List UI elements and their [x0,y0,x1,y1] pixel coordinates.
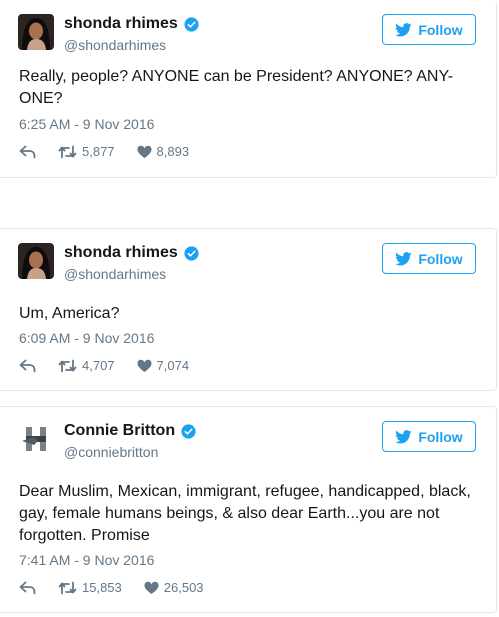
tweet-actions: 4,707 7,074 [19,358,211,373]
like-button[interactable]: 26,503 [144,580,204,595]
tweet-card: Connie Britton @conniebritton Follow Dea… [0,406,497,613]
avatar[interactable] [18,14,54,50]
twitter-bird-icon [395,429,412,443]
twitter-bird-icon [395,251,412,265]
retweet-count: 4,707 [82,358,115,373]
heart-icon [137,145,152,158]
verified-badge-icon [183,245,200,262]
follow-button[interactable]: Follow [382,243,476,274]
avatar[interactable] [18,243,54,279]
timestamp[interactable]: 6:09 AM - 9 Nov 2016 [19,330,154,346]
twitter-bird-icon [395,22,412,36]
display-name[interactable]: shonda rhimes [64,15,178,33]
reply-icon [19,359,36,372]
retweet-icon [58,359,77,372]
retweet-button[interactable]: 4,707 [58,358,115,373]
reply-button[interactable] [19,145,36,159]
timestamp[interactable]: 6:25 AM - 9 Nov 2016 [19,116,154,132]
retweet-count: 15,853 [82,580,122,595]
follow-label: Follow [418,428,463,445]
like-count: 7,074 [156,358,190,373]
retweet-button[interactable]: 5,877 [58,144,115,159]
reply-icon [19,145,36,158]
retweet-count: 5,877 [82,144,115,159]
follow-label: Follow [418,21,463,38]
tweet-actions: 15,853 26,503 [19,580,226,595]
tweet-card: shonda rhimes @shondarhimes Follow Um, A… [0,228,497,391]
reply-icon [19,581,36,594]
heart-icon [137,359,152,372]
display-name[interactable]: shonda rhimes [64,244,178,262]
tweet-card: shonda rhimes @shondarhimes Follow Reall… [0,0,497,178]
verified-badge-icon [183,16,200,33]
retweet-button[interactable]: 15,853 [58,580,122,595]
like-button[interactable]: 8,893 [137,144,190,159]
reply-button[interactable] [19,359,36,373]
follow-label: Follow [418,250,463,267]
tweet-text: Dear Muslim, Mexican, immigrant, refugee… [19,483,471,544]
reply-button[interactable] [19,581,36,595]
follow-button[interactable]: Follow [382,14,476,45]
avatar[interactable] [18,421,54,457]
tweet-actions: 5,877 8,893 [19,144,211,159]
like-count: 8,893 [156,144,190,159]
follow-button[interactable]: Follow [382,421,476,452]
retweet-icon [58,145,77,158]
heart-icon [144,581,159,594]
timestamp[interactable]: 7:41 AM - 9 Nov 2016 [19,552,154,568]
handle[interactable]: @conniebritton [64,444,158,460]
tweet-text: Really, people? ANYONE can be President?… [19,68,454,107]
like-button[interactable]: 7,074 [137,358,190,373]
handle[interactable]: @shondarhimes [64,266,166,282]
like-count: 26,503 [163,580,204,595]
verified-badge-icon [180,423,197,440]
retweet-icon [58,581,77,594]
display-name[interactable]: Connie Britton [64,422,175,440]
handle[interactable]: @shondarhimes [64,37,166,53]
tweet-text: Um, America? [19,305,120,322]
